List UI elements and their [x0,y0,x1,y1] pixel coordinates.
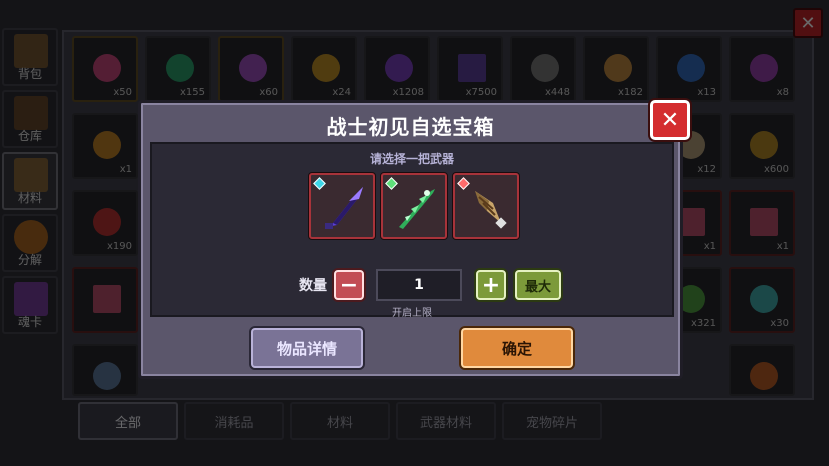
dialog-title: 战士初见自选宝箱 [326,115,495,139]
purple-blade-icon [325,187,363,229]
increase-quantity-button[interactable]: + [476,270,506,300]
drill-lance-icon [475,191,507,229]
decrease-quantity-button[interactable]: − [334,270,364,300]
weapon-option-1[interactable] [309,173,375,239]
plus-icon: + [481,272,501,298]
max-quantity-button[interactable]: 最大 [515,270,561,300]
confirm-button[interactable]: 确定 [461,328,573,368]
dialog-content-panel: 请选择一把武器 数量 − 1 + 最大 开启上限 [150,142,674,319]
weapon-option-2[interactable] [381,173,447,239]
quantity-input[interactable]: 1 [376,269,462,301]
weapon-option-3[interactable] [453,173,519,239]
dialog-close-button[interactable]: ✕ [650,100,690,140]
close-icon: ✕ [660,107,680,133]
open-limit-note: 开启上限 [392,308,432,319]
green-crystal-sword-icon [399,189,435,229]
chest-select-dialog: 战士初见自选宝箱 ✕ 请选择一把武器 数量 − 1 + 最大 开启上限 物品详情… [138,100,690,379]
item-details-button[interactable]: 物品详情 [251,328,363,368]
selection-prompt: 请选择一把武器 [369,152,454,166]
quantity-label: 数量 [299,278,327,294]
minus-icon: − [339,272,359,298]
